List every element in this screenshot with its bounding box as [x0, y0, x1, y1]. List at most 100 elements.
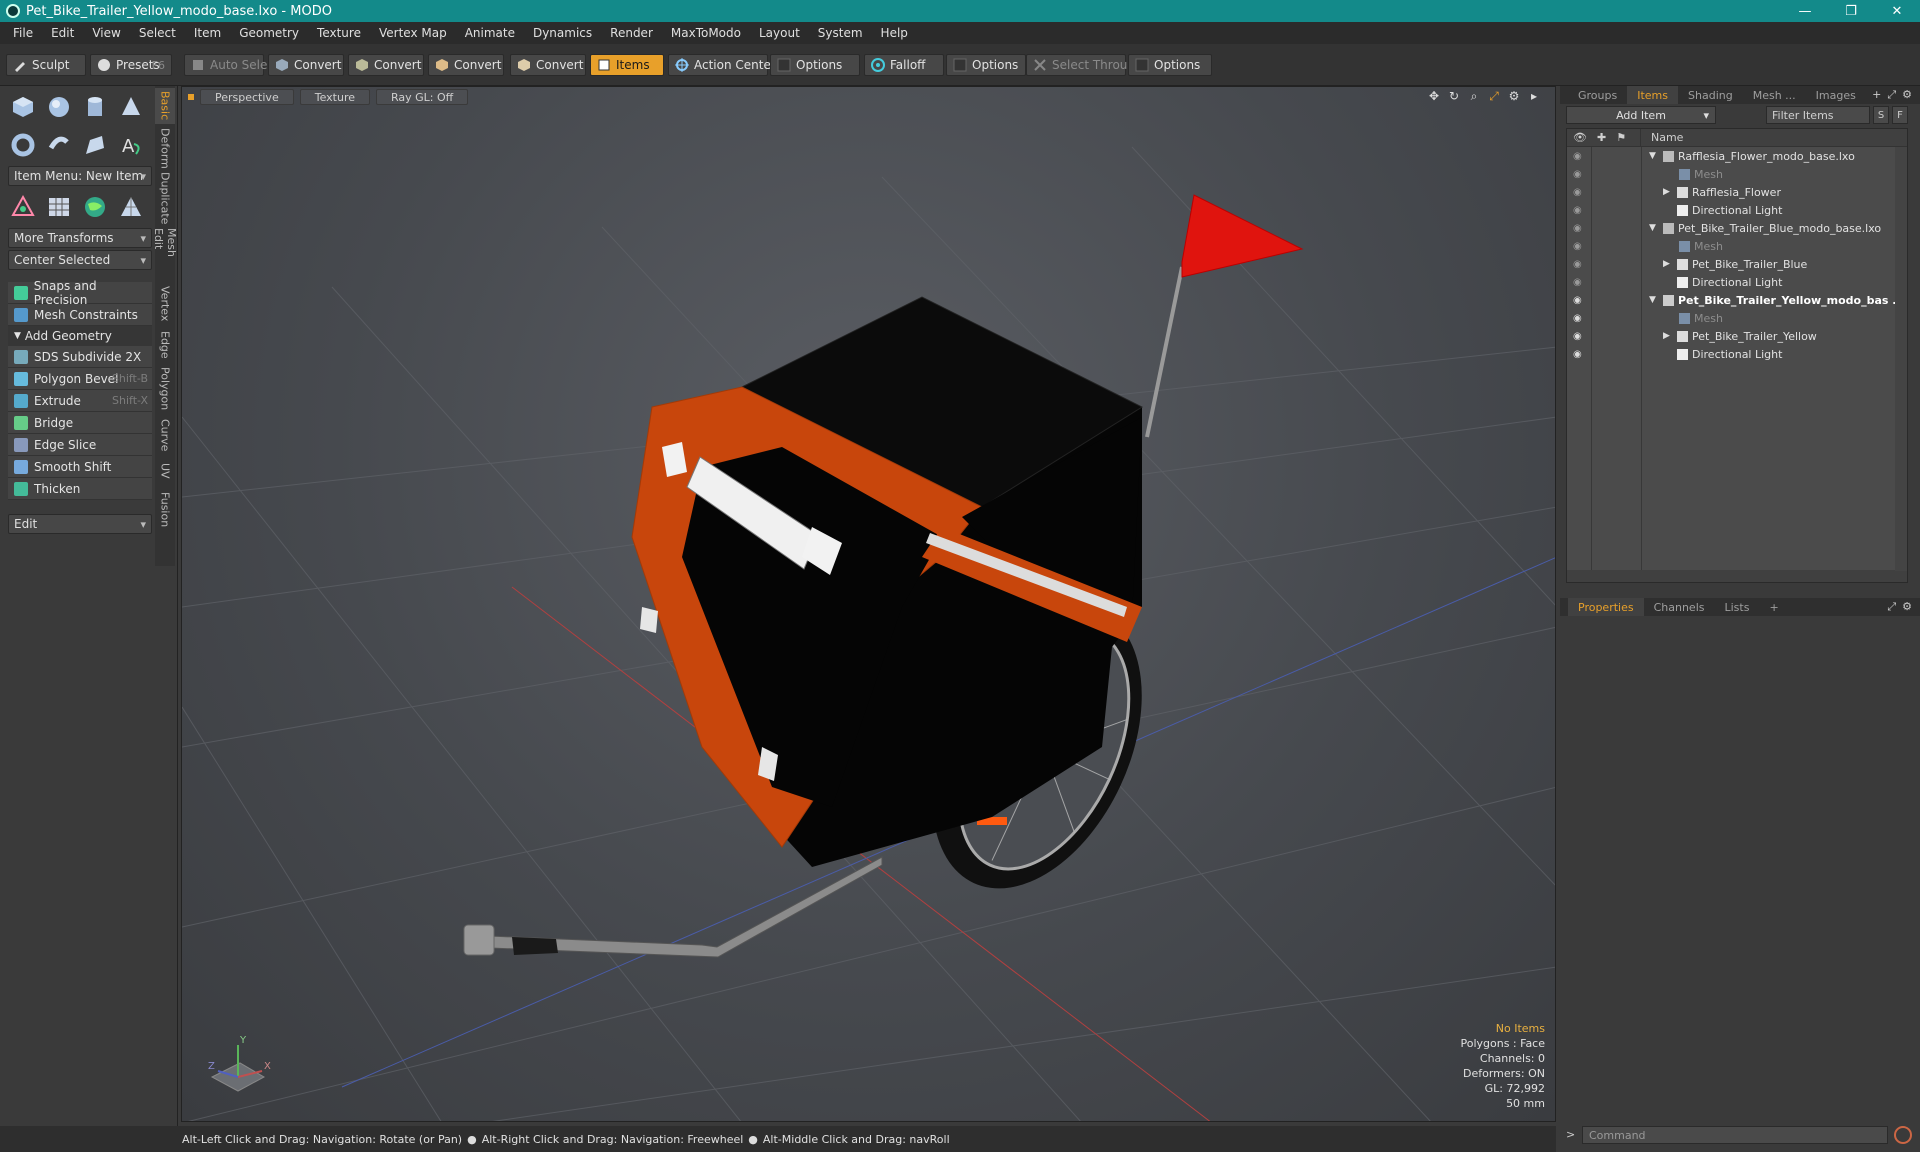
tool-thicken[interactable]: Thicken	[8, 478, 152, 500]
side-tab-curve[interactable]: Curve	[155, 416, 175, 454]
capsule-primitive-icon[interactable]	[44, 130, 74, 160]
menu-edit[interactable]: Edit	[42, 26, 83, 40]
rotate-icon[interactable]: ↻	[1447, 89, 1461, 103]
3d-viewport[interactable]: Y X Z Perspective Texture Ray GL: Off ✥ …	[181, 86, 1556, 1122]
action-center-button[interactable]: Action Center	[668, 54, 776, 76]
tool-sds-subdivide[interactable]: SDS Subdivide 2X	[8, 346, 152, 368]
tree-vscrollbar[interactable]	[1895, 147, 1907, 571]
tool-bridge[interactable]: Bridge	[8, 412, 152, 434]
snaps-precision-button[interactable]: Snaps and Precision	[8, 279, 152, 307]
raygl-toggle[interactable]: Ray GL: Off	[376, 89, 469, 105]
expand-arrow-icon[interactable]: ▶	[1663, 187, 1670, 197]
side-tab-vertex[interactable]: Vertex	[155, 284, 175, 324]
options-button-1[interactable]: Options	[770, 54, 860, 76]
tree-row[interactable]: ◉ ▶ Rafflesia_Flower	[1567, 183, 1907, 201]
tree-row[interactable]: ◉ ▼ Pet_Bike_Trailer_Yellow_modo_bas ...	[1567, 291, 1907, 309]
grid-icon[interactable]	[44, 192, 74, 222]
tree-row[interactable]: ◉ ▼ Pet_Bike_Trailer_Blue_modo_base.lxo	[1567, 219, 1907, 237]
tool-extrude[interactable]: Extrude Shift-X	[8, 390, 152, 412]
side-tab-deform[interactable]: Deform	[155, 128, 175, 169]
scene-render[interactable]: Y X Z	[182, 87, 1556, 1122]
command-input[interactable]: Command	[1582, 1126, 1888, 1144]
tree-row[interactable]: ◉ Directional Light	[1567, 273, 1907, 291]
side-tab-fusion[interactable]: Fusion	[155, 488, 175, 532]
mesh-constraints-button[interactable]: Mesh Constraints	[8, 304, 152, 326]
eye-column-icon[interactable]: 👁	[1573, 131, 1587, 144]
side-tab-uv[interactable]: UV	[155, 458, 175, 484]
sculpt-button[interactable]: Sculpt	[6, 54, 86, 76]
convert-button-3[interactable]: Convert	[428, 54, 504, 76]
tree-row[interactable]: ◉ ▶ Pet_Bike_Trailer_Yellow	[1567, 327, 1907, 345]
menu-texture[interactable]: Texture	[308, 26, 370, 40]
tool-polygon-bevel[interactable]: Polygon Bevel Shift-B	[8, 368, 152, 390]
auto-select-button[interactable]: Auto Select	[184, 54, 279, 76]
maximize-button[interactable]: ❐	[1828, 0, 1874, 22]
expand-arrow-icon[interactable]: ▼	[1649, 151, 1656, 161]
add-prop-tab-icon[interactable]: +	[1759, 598, 1788, 616]
minimize-button[interactable]: —	[1782, 0, 1828, 22]
eye-icon[interactable]: ◉	[1573, 295, 1585, 306]
cone-primitive-icon[interactable]	[116, 92, 146, 122]
expand-arrow-icon[interactable]: ▼	[1649, 223, 1656, 233]
menu-layout[interactable]: Layout	[750, 26, 809, 40]
tree-row[interactable]: ◉ Mesh	[1567, 165, 1907, 183]
add-tab-icon[interactable]: +	[1872, 88, 1881, 102]
center-selected-dropdown[interactable]: Center Selected	[8, 250, 152, 270]
tab-images[interactable]: Images	[1806, 86, 1866, 104]
viewport-menu-icon[interactable]	[188, 94, 194, 100]
transform-icon[interactable]	[8, 192, 38, 222]
tool-edge-slice[interactable]: Edge Slice	[8, 434, 152, 456]
filter-f-button[interactable]: F	[1892, 106, 1908, 124]
tool-smooth-shift[interactable]: Smooth Shift	[8, 456, 152, 478]
tree-row[interactable]: ◉ ▼ Rafflesia_Flower_modo_base.lxo	[1567, 147, 1907, 165]
tree-hscrollbar[interactable]	[1567, 570, 1907, 582]
panel-settings-icon[interactable]: ⚙	[1902, 600, 1912, 614]
tree-row[interactable]: ◉ ▶ Pet_Bike_Trailer_Blue	[1567, 255, 1907, 273]
expand-panel-icon[interactable]: ⤢	[1887, 600, 1896, 614]
tab-lists[interactable]: Lists	[1715, 598, 1760, 616]
side-tab-polygon[interactable]: Polygon	[155, 366, 175, 412]
options-button-2[interactable]: Options	[946, 54, 1026, 76]
tree-row[interactable]: ◉ Directional Light	[1567, 345, 1907, 363]
maximize-view-icon[interactable]: ⤢	[1487, 89, 1501, 103]
sphere-primitive-icon[interactable]	[44, 92, 74, 122]
tab-items[interactable]: Items	[1627, 86, 1679, 104]
panel-settings-icon[interactable]: ⚙	[1902, 88, 1912, 102]
view-texture-tab[interactable]: Texture	[299, 89, 370, 105]
more-transforms-dropdown[interactable]: More Transforms	[8, 228, 152, 248]
expand-arrow-icon[interactable]: ▶	[1663, 331, 1670, 341]
eye-icon[interactable]: ◉	[1573, 169, 1585, 180]
name-column-header[interactable]: Name	[1651, 131, 1683, 144]
menu-file[interactable]: File	[4, 26, 42, 40]
select-through-button[interactable]: Select Through	[1026, 54, 1143, 76]
menu-render[interactable]: Render	[601, 26, 662, 40]
pyramid-grid-icon[interactable]	[116, 192, 146, 222]
eye-icon[interactable]: ◉	[1573, 349, 1585, 360]
text-tool-icon[interactable]: A	[116, 130, 146, 160]
command-history-icon[interactable]	[1894, 1126, 1912, 1144]
presets-button[interactable]: Presets F6	[90, 54, 172, 76]
expand-panel-icon[interactable]: ⤢	[1887, 88, 1896, 102]
cylinder-primitive-icon[interactable]	[80, 92, 110, 122]
render-column-icon[interactable]: ⚑	[1616, 131, 1626, 144]
convert-button-2[interactable]: Convert	[348, 54, 424, 76]
eye-icon[interactable]: ◉	[1573, 223, 1585, 234]
filter-items-input[interactable]: Filter Items	[1766, 106, 1870, 124]
expand-arrow-icon[interactable]: ▶	[1663, 259, 1670, 269]
add-geometry-section[interactable]: ▼ Add Geometry	[8, 326, 152, 346]
side-tab-duplicate[interactable]: Duplicate	[155, 172, 175, 224]
options-button-3[interactable]: Options	[1128, 54, 1212, 76]
menu-item[interactable]: Item	[185, 26, 230, 40]
menu-animate[interactable]: Animate	[456, 26, 524, 40]
eye-icon[interactable]: ◉	[1573, 241, 1585, 252]
menu-geometry[interactable]: Geometry	[230, 26, 308, 40]
eye-icon[interactable]: ◉	[1573, 151, 1585, 162]
cube-primitive-icon[interactable]	[8, 92, 38, 122]
eye-icon[interactable]: ◉	[1573, 187, 1585, 198]
lock-column-icon[interactable]: ✚	[1597, 131, 1606, 144]
tree-row[interactable]: ◉ Mesh	[1567, 309, 1907, 327]
view-settings-icon[interactable]: ⚙	[1507, 89, 1521, 103]
pan-icon[interactable]: ✥	[1427, 89, 1441, 103]
menu-vertex-map[interactable]: Vertex Map	[370, 26, 456, 40]
view-perspective-tab[interactable]: Perspective	[200, 89, 294, 105]
